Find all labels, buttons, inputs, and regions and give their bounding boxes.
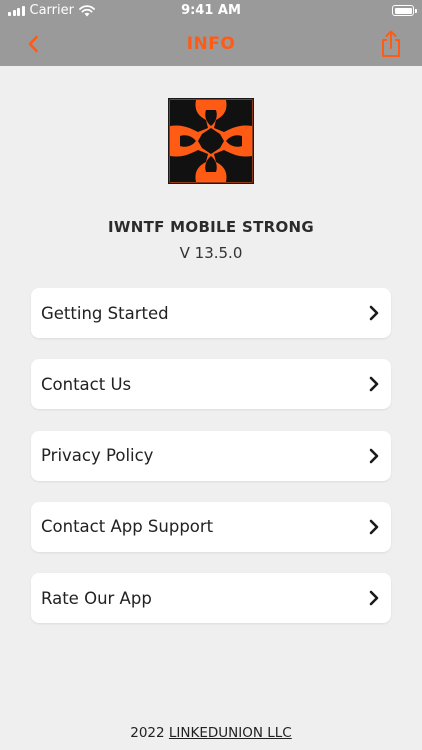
menu-item-contact-app-support[interactable]: Contact App Support	[31, 501, 391, 552]
chevron-right-icon	[369, 519, 379, 535]
menu-item-label: Contact App Support	[41, 517, 214, 537]
chevron-right-icon	[369, 590, 379, 606]
status-bar: Carrier 9:41 AM	[0, 0, 422, 22]
app-logo	[168, 98, 254, 184]
chevron-right-icon	[369, 376, 379, 392]
menu-item-rate-our-app[interactable]: Rate Our App	[31, 573, 391, 624]
chevron-right-icon	[369, 305, 379, 321]
share-button[interactable]	[376, 28, 406, 60]
battery-icon	[392, 5, 417, 16]
company-link[interactable]: LINKEDUNION LLC	[169, 725, 292, 741]
info-menu: Getting Started Contact Us Privacy Polic…	[31, 288, 391, 644]
app-name: IWNTF MOBILE STRONG	[107, 218, 314, 236]
app-version: V 13.5.0	[179, 244, 243, 262]
menu-item-label: Privacy Policy	[41, 446, 154, 466]
menu-item-label: Getting Started	[41, 303, 169, 323]
menu-item-label: Rate Our App	[41, 588, 152, 608]
footer-year: 2022	[130, 725, 165, 741]
share-icon	[382, 30, 400, 57]
menu-item-getting-started[interactable]: Getting Started	[31, 288, 391, 338]
nav-bar: INFO	[0, 22, 422, 66]
status-time: 9:41 AM	[181, 3, 241, 18]
page-title: INFO	[186, 34, 236, 54]
menu-item-privacy-policy[interactable]: Privacy Policy	[31, 430, 391, 481]
menu-item-label: Contact Us	[41, 374, 132, 394]
footer: 2022 LINKEDUNION LLC	[0, 725, 422, 741]
chevron-right-icon	[369, 448, 379, 463]
menu-item-contact-us[interactable]: Contact Us	[31, 359, 391, 410]
